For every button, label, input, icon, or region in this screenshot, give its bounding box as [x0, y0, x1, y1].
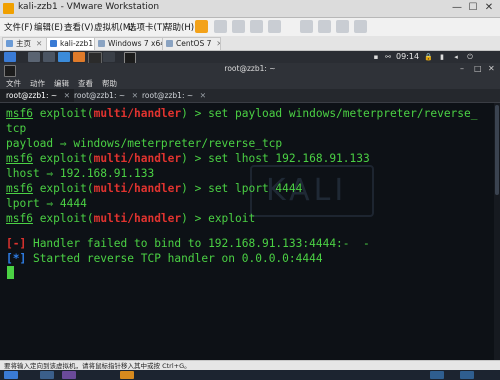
- tab-windows7[interactable]: Windows 7 x64✕: [94, 37, 167, 50]
- browser-icon[interactable]: [73, 52, 85, 62]
- vmware-menu-bar: 文件(F) 编辑(E) 查看(V) 虚拟机(M) 选项卡(T) 帮助(H): [0, 18, 500, 37]
- close-icon[interactable]: ✕: [216, 39, 220, 48]
- terminal-menu-edit[interactable]: 编辑: [54, 78, 69, 89]
- volume-icon[interactable]: ◂: [452, 53, 460, 61]
- menu-view[interactable]: 查看(V): [64, 21, 93, 33]
- fullscreen-icon[interactable]: [300, 20, 313, 33]
- unity-icon[interactable]: [318, 20, 331, 33]
- terminal-title: root@zzb1: ~: [224, 64, 276, 73]
- terminal-tab-2[interactable]: root@zzb1: ~ ✕: [68, 89, 142, 102]
- terminal-title-bar: root@zzb1: ~ – □ ✕: [0, 63, 500, 77]
- terminal-line: msf6 exploit(multi/handler) > exploit: [6, 212, 256, 225]
- vmware-title-bar: kali-zzb1 - VMware Workstation — ☐ ✕: [0, 0, 500, 18]
- workspace-2-icon[interactable]: [43, 52, 55, 62]
- snapshot-icon[interactable]: [232, 20, 245, 33]
- home-icon: [6, 40, 13, 47]
- vmware-logo-icon: [3, 3, 14, 14]
- window-title: kali-zzb1 - VMware Workstation: [18, 2, 160, 12]
- taskbar-tray-icon[interactable]: [460, 371, 474, 379]
- terminal-menu-help[interactable]: 帮助: [102, 78, 117, 89]
- menu-help[interactable]: 帮助(H): [164, 21, 194, 33]
- menu-edit[interactable]: 编辑(E): [34, 21, 63, 33]
- maximize-button[interactable]: ☐: [466, 1, 480, 15]
- terminal-line: [*] Started reverse TCP handler on 0.0.0…: [6, 252, 323, 265]
- tab-centos[interactable]: CentOS 7✕: [162, 37, 221, 50]
- vm-icon: [50, 40, 57, 47]
- kali-menu-icon[interactable]: [4, 52, 16, 62]
- terminal-minimize-button[interactable]: –: [460, 64, 464, 73]
- workspace-1-icon[interactable]: [28, 52, 40, 62]
- menu-file[interactable]: 文件(F): [4, 21, 33, 33]
- terminal-line: msf6 exploit(multi/handler) > set payloa…: [6, 107, 478, 120]
- battery-icon[interactable]: ▮: [438, 53, 446, 61]
- file-manager-icon[interactable]: [58, 52, 70, 62]
- app-icon[interactable]: [103, 52, 115, 62]
- tab-home[interactable]: 主页 ✕: [2, 37, 51, 50]
- terminal-close-button[interactable]: ✕: [488, 64, 495, 73]
- revert-snapshot-icon[interactable]: [250, 20, 263, 33]
- close-icon[interactable]: ✕: [36, 39, 42, 48]
- host-taskbar: [0, 370, 500, 380]
- terminal-tab-bar: root@zzb1: ~ ✕ root@zzb1: ~ ✕ root@zzb1: ~…: [0, 89, 500, 103]
- clock: 09:14: [396, 52, 420, 61]
- terminal-menu-actions[interactable]: 动作: [30, 78, 45, 89]
- terminal-scrollbar[interactable]: [494, 103, 500, 360]
- terminal-line: msf6 exploit(multi/handler) > set lhost …: [6, 152, 370, 165]
- close-icon[interactable]: ✕: [200, 89, 206, 102]
- kali-top-panel: ▪ ⚯ 09:14 🔒 ▮ ◂ ⏻: [0, 51, 500, 64]
- terminal-line: tcp: [6, 122, 27, 135]
- vmware-tab-bar: 主页✕ kali-zzb1 Windows 7 x64✕ CentOS 7✕: [0, 36, 500, 51]
- terminal-tab-3[interactable]: root@zzb1: ~ ✕: [136, 89, 210, 102]
- taskbar-app-icon[interactable]: [62, 371, 76, 379]
- terminal-output[interactable]: KALI msf6 exploit(multi/handler) > set p…: [0, 103, 500, 360]
- manage-snapshots-icon[interactable]: [268, 20, 281, 33]
- scrollbar-thumb[interactable]: [495, 105, 499, 195]
- terminal-tab-1[interactable]: root@zzb1: ~ ✕: [0, 89, 74, 102]
- terminal-line: [-] Handler failed to bind to 192.168.91…: [6, 237, 370, 250]
- taskbar-app-icon[interactable]: [120, 371, 134, 379]
- minimize-button[interactable]: —: [450, 1, 464, 15]
- power-icon[interactable]: ⏻: [466, 53, 474, 61]
- close-button[interactable]: ✕: [482, 1, 496, 15]
- notification-icon[interactable]: ▪: [372, 53, 380, 61]
- terminal-cursor: [7, 266, 14, 279]
- menu-tabs[interactable]: 选项卡(T): [128, 21, 165, 33]
- taskbar-tray-icon[interactable]: [430, 371, 444, 379]
- terminal-menu-bar: 文件 动作 编辑 查看 帮助: [0, 77, 500, 89]
- terminal-line: payload ⇒ windows/meterpreter/reverse_tc…: [6, 137, 283, 150]
- terminal-maximize-button[interactable]: □: [474, 64, 482, 73]
- lock-icon[interactable]: 🔒: [424, 53, 433, 61]
- vm-icon: [98, 40, 105, 47]
- taskbar-app-icon[interactable]: [40, 371, 54, 379]
- start-icon[interactable]: [4, 371, 18, 379]
- terminal-line: lport ⇒ 4444: [6, 197, 87, 210]
- send-ctrl-alt-del-icon[interactable]: [214, 20, 227, 33]
- terminal-line: lhost ⇒ 192.168.91.133: [6, 167, 155, 180]
- network-icon[interactable]: ⚯: [384, 53, 392, 61]
- stretch-icon[interactable]: [354, 20, 367, 33]
- pause-icon[interactable]: [195, 20, 208, 33]
- terminal-menu-file[interactable]: 文件: [6, 78, 21, 89]
- terminal-menu-view[interactable]: 查看: [78, 78, 93, 89]
- vm-icon: [166, 40, 173, 47]
- console-view-icon[interactable]: [336, 20, 349, 33]
- tab-kali[interactable]: kali-zzb1: [46, 37, 99, 50]
- terminal-line: msf6 exploit(multi/handler) > set lport …: [6, 182, 303, 195]
